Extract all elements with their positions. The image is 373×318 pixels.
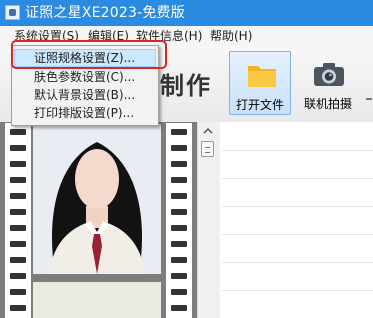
- menu-help[interactable]: 帮助(H): [208, 26, 254, 46]
- id-photo: [33, 124, 161, 274]
- online-shoot-button[interactable]: 联机拍摄: [297, 51, 359, 115]
- folder-icon: [248, 66, 276, 87]
- camera-icon: [314, 63, 344, 86]
- toolbar-overflow-indicator: [366, 98, 372, 100]
- menu-item-print-layout-settings[interactable]: 打印排版设置(P)...: [34, 104, 134, 123]
- divider: [222, 234, 373, 235]
- film-strip-right: [166, 123, 192, 318]
- toolbar-heading: 制作: [160, 72, 212, 100]
- divider: [222, 206, 373, 207]
- open-file-label: 打开文件: [235, 98, 284, 112]
- menu-item-skin-color-settings[interactable]: 肤色参数设置(C)...: [34, 68, 135, 87]
- divider: [222, 262, 373, 263]
- online-shoot-label: 联机拍摄: [303, 97, 352, 111]
- open-file-button[interactable]: 打开文件: [229, 51, 291, 115]
- title-bar: 证照之星XE2023-免费版: [0, 0, 373, 26]
- divider: [222, 290, 373, 291]
- divider: [222, 178, 373, 179]
- scroll-thumb[interactable]: [201, 141, 214, 157]
- photo-strip-next: [33, 282, 161, 318]
- app-icon: [5, 5, 20, 20]
- highlight-annotation-box: [11, 40, 167, 69]
- id-photo-portrait: [33, 124, 161, 274]
- menu-item-default-background-settings[interactable]: 默认背景设置(B)...: [34, 86, 135, 105]
- film-strip-left: [5, 123, 31, 318]
- window-title: 证照之星XE2023-免费版: [25, 5, 185, 21]
- scroll-up-icon[interactable]: [200, 124, 216, 138]
- workspace-area: [220, 122, 373, 318]
- divider: [222, 150, 373, 151]
